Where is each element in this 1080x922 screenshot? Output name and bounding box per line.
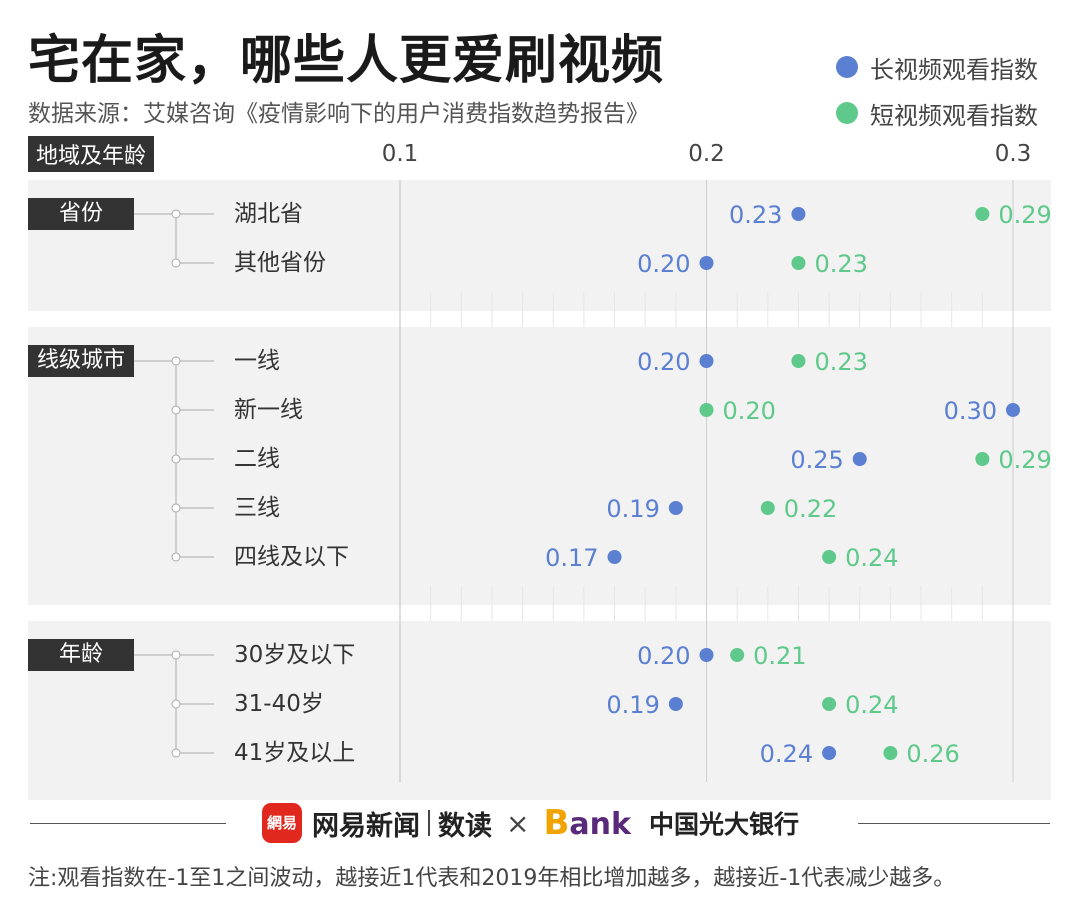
value-label-short-1-4: 0.24 xyxy=(845,544,898,572)
dot-long-2-2 xyxy=(822,746,837,760)
dot-long-1-3 xyxy=(668,501,683,515)
collab-times: × xyxy=(506,806,530,840)
row-label-0-1: 其他省份 xyxy=(234,250,326,276)
dot-long-1-4 xyxy=(607,550,622,564)
value-label-long-1-4: 0.17 xyxy=(545,544,598,572)
dot-short-0-0 xyxy=(975,207,990,221)
dot-long-1-2 xyxy=(852,452,867,466)
tree-node-1-4 xyxy=(171,552,181,562)
value-label-long-2-1: 0.19 xyxy=(606,691,659,719)
value-label-short-2-1: 0.24 xyxy=(845,691,898,719)
dot-long-0-1 xyxy=(699,256,714,270)
brand-shudu: 数读 xyxy=(438,810,492,842)
brand-separator xyxy=(428,810,430,836)
row-label-1-3: 三线 xyxy=(234,495,280,521)
footnote: 注:观看指数在-1至1之间波动，越接近1代表和2019年相比增加越多，越接近-1… xyxy=(28,866,956,891)
x-tick-label-0: 0.1 xyxy=(382,141,419,167)
dot-short-1-3 xyxy=(760,501,775,515)
value-label-long-0-0: 0.23 xyxy=(729,201,782,229)
footer-brands: 網易 网易新闻 数读 × Bank 中国光大银行 xyxy=(262,800,799,846)
dot-long-1-0 xyxy=(699,354,714,368)
value-label-short-1-3: 0.22 xyxy=(784,495,837,523)
tree-node-2-2 xyxy=(171,748,181,758)
value-label-short-1-0: 0.23 xyxy=(814,348,867,376)
value-label-short-1-2: 0.29 xyxy=(998,446,1051,474)
value-label-short-2-2: 0.26 xyxy=(906,740,959,768)
row-label-1-1: 新一线 xyxy=(234,397,303,423)
bank-logo-rest: ank xyxy=(569,807,631,842)
dot-short-2-2 xyxy=(883,746,898,760)
footer-divider-right xyxy=(858,823,1050,824)
dot-long-0-0 xyxy=(791,207,806,221)
tree-node-1-2 xyxy=(171,454,181,464)
tree-node-2-1 xyxy=(171,699,181,709)
value-label-short-0-0: 0.29 xyxy=(998,201,1051,229)
value-label-long-1-0: 0.20 xyxy=(637,348,690,376)
row-label-1-2: 二线 xyxy=(234,446,280,472)
row-label-2-1: 31-40岁 xyxy=(234,691,324,717)
value-label-long-1-1: 0.30 xyxy=(944,397,997,425)
x-tick-label-1: 0.2 xyxy=(688,141,725,167)
value-label-long-1-2: 0.25 xyxy=(790,446,843,474)
dot-long-1-1 xyxy=(1006,403,1020,417)
dot-short-1-4 xyxy=(822,550,837,564)
row-label-0-0: 湖北省 xyxy=(234,201,303,227)
value-label-long-2-2: 0.24 xyxy=(760,740,813,768)
brand-netease-news: 网易新闻 xyxy=(312,810,420,842)
tree-node-0-1 xyxy=(171,258,181,268)
group-label-1: 线级城市 xyxy=(28,345,134,377)
row-label-2-2: 41岁及以上 xyxy=(234,740,356,766)
dot-short-2-1 xyxy=(822,697,837,711)
dot-short-1-0 xyxy=(791,354,806,368)
dot-long-2-1 xyxy=(668,697,683,711)
bank-logo: Bank xyxy=(543,803,630,843)
dot-plot-chart: 0.1 0.2 0.30.23 0.290.20 0.230.20 0.230.300.2… xyxy=(28,141,1052,800)
row-label-2-0: 30岁及以下 xyxy=(234,642,356,668)
tree-node-1-3 xyxy=(171,503,181,513)
group-label-2: 年龄 xyxy=(28,639,134,671)
bank-logo-b: B xyxy=(543,803,570,843)
dot-short-1-2 xyxy=(975,452,990,466)
group-panel-0 xyxy=(28,180,1051,311)
tree-node-0-0 xyxy=(171,209,181,219)
x-tick-label-2: 0.3 xyxy=(995,141,1032,167)
dot-long-2-0 xyxy=(699,648,714,662)
group-label-0: 省份 xyxy=(28,198,134,230)
value-label-long-1-3: 0.19 xyxy=(606,495,659,523)
dot-short-2-0 xyxy=(730,648,745,662)
value-label-long-0-1: 0.20 xyxy=(637,250,690,278)
brand-ceb: 中国光大银行 xyxy=(648,810,799,839)
tree-node-1-1 xyxy=(171,405,181,415)
tree-node-1-0 xyxy=(171,356,181,366)
row-label-1-4: 四线及以下 xyxy=(234,544,349,570)
value-label-short-2-0: 0.21 xyxy=(753,642,806,670)
tree-node-2-0 xyxy=(171,650,181,660)
dot-short-0-1 xyxy=(791,256,806,270)
netease-logo-icon: 網易 xyxy=(262,803,302,843)
dot-short-1-1 xyxy=(699,403,714,417)
value-label-short-0-1: 0.23 xyxy=(814,250,867,278)
value-label-short-1-1: 0.20 xyxy=(723,397,776,425)
row-label-1-0: 一线 xyxy=(234,348,280,374)
value-label-long-2-0: 0.20 xyxy=(637,642,690,670)
footer-divider-left xyxy=(30,823,226,824)
